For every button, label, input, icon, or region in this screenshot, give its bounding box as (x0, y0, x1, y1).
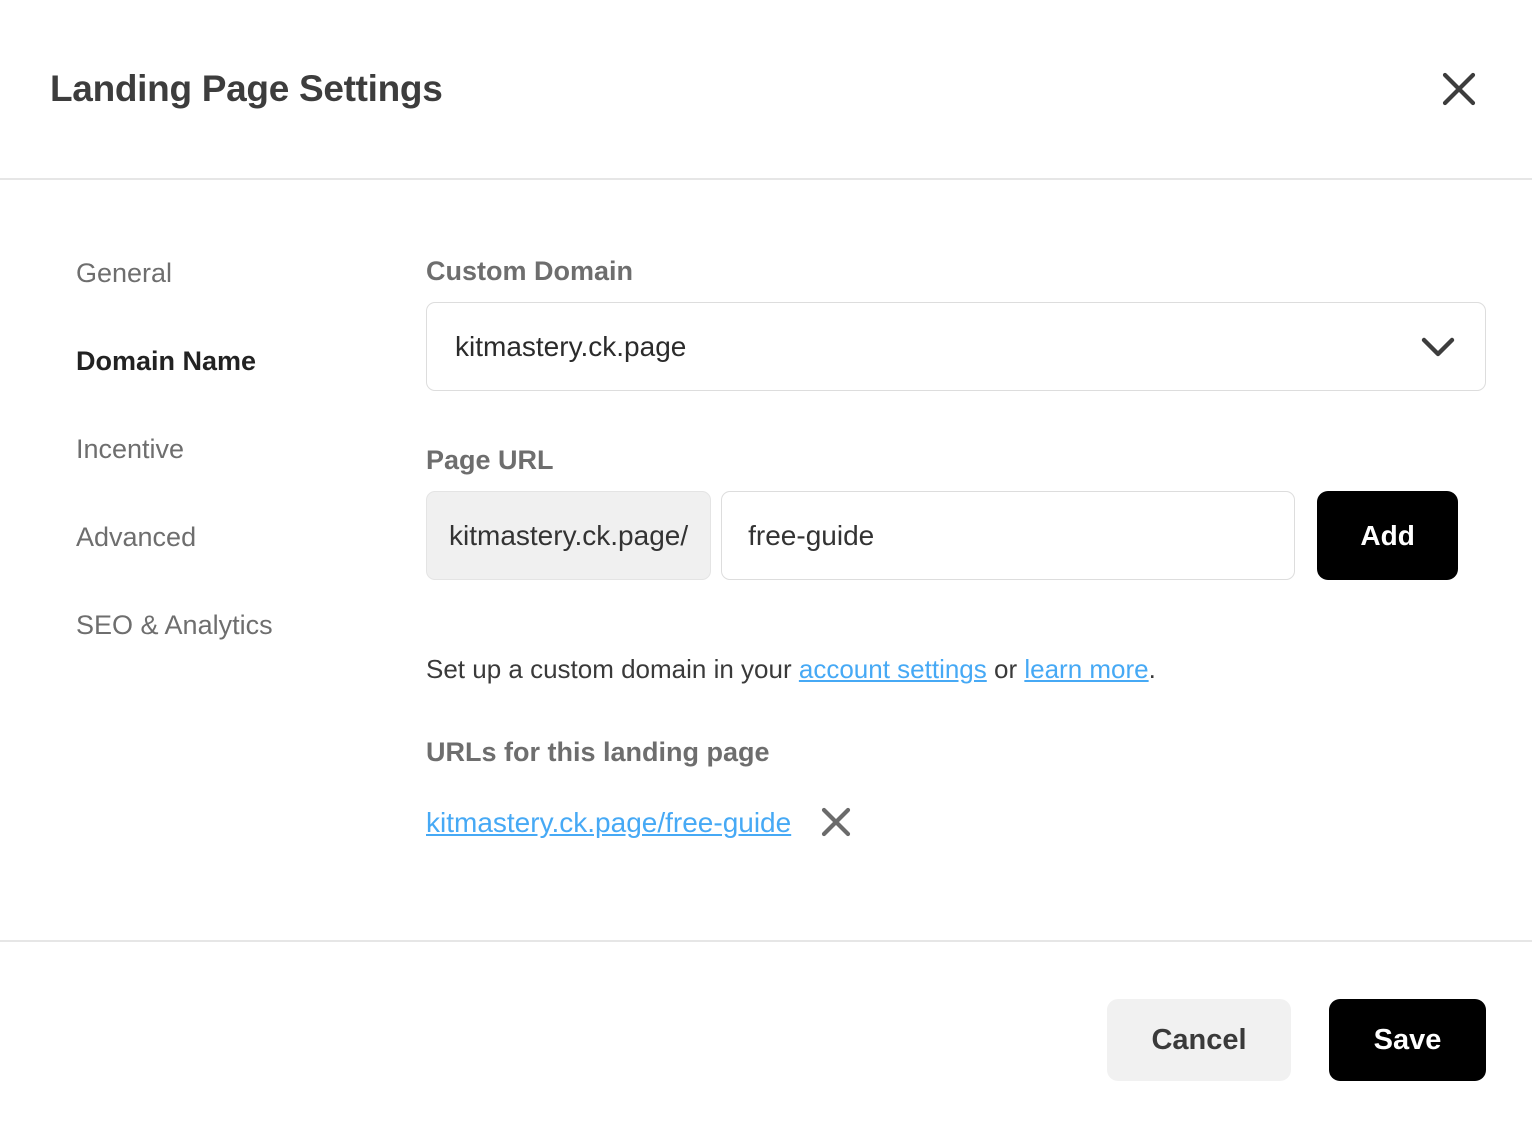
custom-domain-label: Custom Domain (426, 256, 634, 286)
landing-page-settings-dialog: Landing Page Settings General Domain Nam… (0, 0, 1532, 1138)
dialog-footer: Cancel Save (0, 940, 1532, 1138)
sidebar-item-advanced[interactable]: Advanced (76, 524, 426, 551)
close-dialog-button[interactable] (1432, 62, 1486, 116)
domain-name-panel: Custom Domain kitmastery.ck.page Page UR… (426, 258, 1486, 940)
close-icon (821, 807, 851, 840)
urls-list: kitmastery.ck.page/free-guide (426, 804, 1486, 842)
page-title: Landing Page Settings (50, 68, 443, 109)
remove-url-button[interactable] (817, 804, 855, 842)
save-button[interactable]: Save (1329, 999, 1486, 1081)
sidebar-item-domain-name[interactable]: Domain Name (76, 348, 426, 375)
page-url-input[interactable] (721, 491, 1296, 580)
page-url-prefix: kitmastery.ck.page/ (426, 491, 712, 580)
settings-nav: General Domain Name Incentive Advanced S… (76, 258, 426, 940)
dialog-body: General Domain Name Incentive Advanced S… (0, 180, 1532, 940)
helper-text-before: Set up a custom domain in your (426, 654, 799, 684)
page-url-label: Page URL (426, 445, 554, 475)
sidebar-item-general[interactable]: General (76, 260, 426, 287)
helper-text-after: . (1148, 654, 1156, 684)
landing-page-url-link[interactable]: kitmastery.ck.page/free-guide (426, 807, 791, 839)
custom-domain-select[interactable]: kitmastery.ck.page (426, 302, 1486, 391)
sidebar-item-incentive[interactable]: Incentive (76, 436, 426, 463)
urls-section-heading: URLs for this landing page (426, 737, 770, 768)
close-icon (1442, 72, 1476, 106)
page-url-row: kitmastery.ck.page/ Add (426, 491, 1486, 580)
account-settings-link[interactable]: account settings (799, 654, 987, 684)
sidebar-item-seo-analytics[interactable]: SEO & Analytics (76, 612, 426, 639)
list-item: kitmastery.ck.page/free-guide (426, 804, 1486, 842)
dialog-header: Landing Page Settings (0, 0, 1532, 180)
learn-more-link[interactable]: learn more (1024, 654, 1148, 684)
custom-domain-helper-text: Set up a custom domain in your account s… (426, 654, 1486, 685)
add-url-button[interactable]: Add (1317, 491, 1459, 580)
custom-domain-field: Custom Domain kitmastery.ck.page (426, 258, 1486, 391)
chevron-down-icon (1421, 336, 1455, 358)
cancel-button[interactable]: Cancel (1107, 999, 1291, 1081)
page-url-field: Page URL kitmastery.ck.page/ Add (426, 447, 1486, 580)
helper-text-middle: or (986, 654, 1025, 684)
custom-domain-selected-value: kitmastery.ck.page (455, 330, 687, 362)
